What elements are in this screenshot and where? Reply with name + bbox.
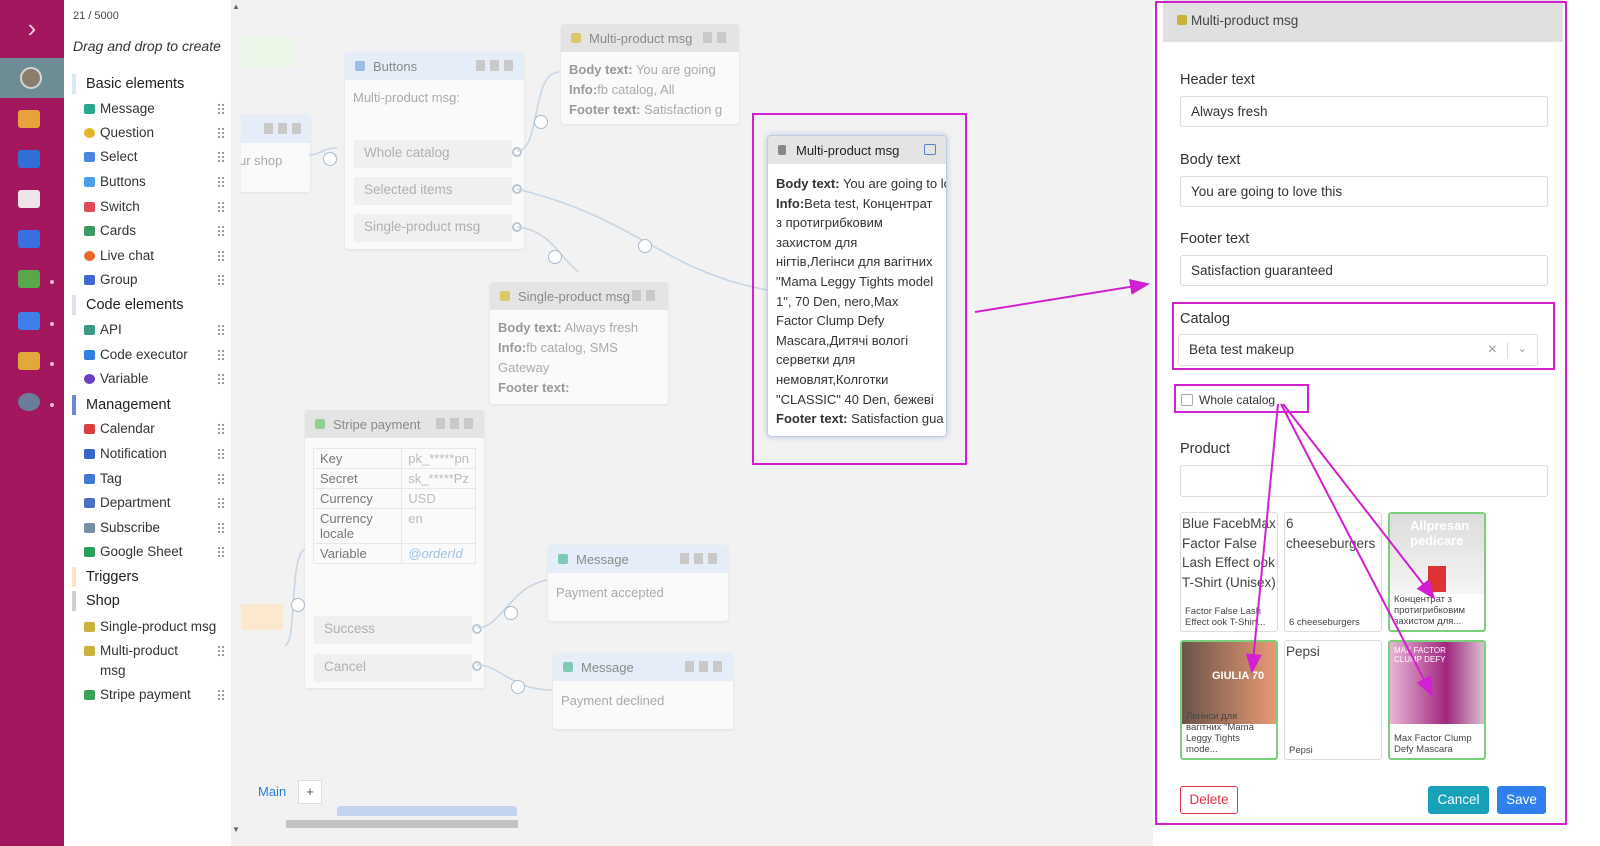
tag-icon [84,474,95,484]
subscribe-icon [84,523,95,533]
group-icon [84,275,95,285]
drag-handle-icon [217,324,225,336]
team-icon[interactable] [18,110,40,128]
channels-icon[interactable] [18,150,40,168]
sidebar-item-variable[interactable]: Variable [84,369,229,389]
sidebar-item-tag[interactable]: Tag [84,469,229,489]
megaphone-icon [84,449,95,459]
drag-handle-icon [217,274,225,286]
elements-sidebar: 21 / 5000 Drag and drop to create Basic … [64,0,231,846]
live-chat-icon [84,251,95,261]
buttons-icon [84,177,95,187]
drag-handle-icon [217,103,225,115]
delete-link-icon[interactable] [548,250,562,264]
sidebar-item-department[interactable]: Department [84,493,229,513]
users-icon[interactable] [18,352,40,370]
sidebar-item-google-sheet[interactable]: Google Sheet [84,542,229,562]
sidebar-item-subscribe[interactable]: Subscribe [84,518,229,538]
drag-handle-icon [217,176,225,188]
connection-lines [284,71,768,691]
drag-handle-icon [217,645,225,657]
delete-link-icon[interactable] [534,115,548,129]
element-counter: 21 / 5000 [73,10,119,22]
gear-icon[interactable] [18,393,40,411]
sidebar-item-notification[interactable]: Notification [84,444,229,464]
payment-icon [84,690,95,700]
highlight-box-panel [1155,1,1567,825]
code-icon [84,350,95,360]
add-tab-button[interactable]: + [298,780,322,804]
building-icon [84,498,95,508]
highlight-box-whole-catalog [1174,384,1309,413]
flow-icon[interactable] [18,230,40,248]
drag-handle-icon [217,151,225,163]
sidebar-item-message[interactable]: Message [84,99,229,119]
cards-icon [84,226,95,236]
switch-icon [84,202,95,212]
sidebar-item-group[interactable]: Group [84,270,229,290]
question-icon [84,128,95,138]
minimap-indicator [337,806,517,816]
chat-icon[interactable] [18,270,40,288]
product-icon [84,622,95,632]
api-icon [84,325,95,335]
sidebar-item-buttons[interactable]: Buttons [84,172,229,192]
sidebar-item-single-product[interactable]: Single-product msg [84,617,229,637]
select-icon [84,152,95,162]
avatar[interactable] [0,58,64,98]
sidebar-item-stripe-payment[interactable]: Stripe payment [84,685,229,705]
drag-handle-icon [217,497,225,509]
drag-handle-icon [217,373,225,385]
shop-icon[interactable] [18,312,40,330]
sidebar-item-select[interactable]: Select [84,147,229,167]
flow-canvas[interactable]: ur shop Buttons Multi-product msg: Whole… [241,0,1153,846]
sidebar-item-api[interactable]: API [84,320,229,340]
tab-main[interactable]: Main [258,784,286,799]
chevron-right-icon[interactable]: › [0,8,64,48]
drag-handle-icon [217,473,225,485]
drag-handle-icon [217,522,225,534]
delete-link-icon[interactable] [504,606,518,620]
message-icon [84,104,95,114]
section-shop[interactable]: Shop [72,591,120,611]
sidebar-item-calendar[interactable]: Calendar [84,419,229,439]
section-triggers[interactable]: Triggers [72,567,139,587]
products-icon [84,646,95,656]
section-management[interactable]: Management [72,395,171,415]
variable-icon [84,374,95,384]
delete-link-icon[interactable] [323,152,337,166]
drag-handle-icon [217,546,225,558]
drag-handle-icon [217,689,225,701]
sheet-icon [84,547,95,557]
sidebar-item-live-chat[interactable]: Live chat [84,246,229,266]
sidebar-item-question[interactable]: Question [84,123,229,143]
icon-rail: › [0,0,64,846]
drag-handle-icon [217,201,225,213]
delete-link-icon[interactable] [291,598,305,612]
drag-handle-icon [217,225,225,237]
sidebar-scrollbar[interactable]: ▲ ▼ [231,0,241,846]
sidebar-item-code-executor[interactable]: Code executor [84,345,229,365]
section-basic[interactable]: Basic elements [72,74,184,94]
sidebar-item-cards[interactable]: Cards [84,221,229,241]
section-code[interactable]: Code elements [72,295,184,315]
schedule-icon[interactable] [18,190,40,208]
highlight-box-catalog [1172,302,1555,370]
highlight-box-node [752,113,967,465]
calendar-icon [84,424,95,434]
drag-handle-icon [217,423,225,435]
drag-handle-icon [217,127,225,139]
drag-handle-icon [217,250,225,262]
canvas-horizontal-scrollbar[interactable] [241,818,1153,830]
drag-hint: Drag and drop to create [73,38,221,54]
drag-handle-icon [217,448,225,460]
sidebar-item-multi-product[interactable]: Multi-product msg [84,641,225,681]
delete-link-icon[interactable] [638,239,652,253]
sidebar-item-switch[interactable]: Switch [84,197,229,217]
drag-handle-icon [217,349,225,361]
delete-link-icon[interactable] [511,680,525,694]
